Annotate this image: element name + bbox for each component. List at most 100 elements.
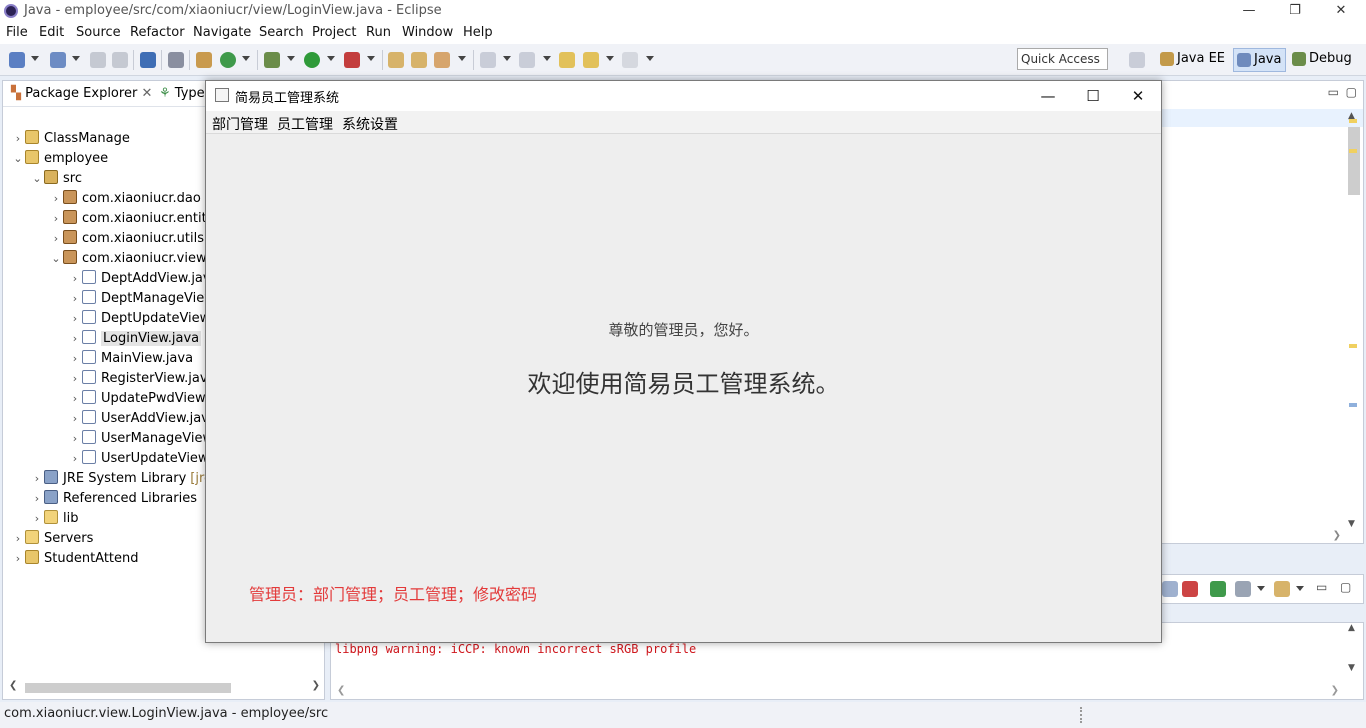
minimize-console-icon[interactable]: ▭ bbox=[1316, 580, 1327, 594]
menu-source[interactable]: Source bbox=[76, 25, 121, 40]
overview-marker[interactable] bbox=[1349, 344, 1357, 348]
new-wizard-icon[interactable] bbox=[50, 52, 66, 68]
expand-icon[interactable]: › bbox=[68, 309, 82, 329]
perspective-java-ee[interactable]: Java EE bbox=[1157, 48, 1229, 72]
tree-item[interactable]: › com.xiaoniucr.entity bbox=[49, 209, 214, 229]
display-console-icon[interactable] bbox=[1235, 581, 1251, 597]
perspective-debug[interactable]: Debug bbox=[1289, 48, 1356, 72]
next-annotation-dropdown-icon[interactable] bbox=[503, 56, 511, 61]
tree-item[interactable]: › DeptUpdateView. bbox=[68, 309, 213, 329]
tab-package-explorer[interactable]: ▚ Package Explorer ✕ bbox=[11, 86, 152, 101]
next-annotation-icon[interactable] bbox=[480, 52, 496, 68]
horizontal-scrollbar[interactable]: ❮ ❯ bbox=[7, 680, 322, 695]
debug-icon[interactable] bbox=[264, 52, 280, 68]
expand-icon[interactable]: › bbox=[68, 289, 82, 309]
menu-file[interactable]: File bbox=[6, 25, 28, 40]
minimize-button[interactable]: — bbox=[1226, 0, 1272, 22]
expand-icon[interactable]: › bbox=[30, 509, 44, 529]
prev-annotation-icon[interactable] bbox=[519, 52, 535, 68]
open-folder-icon[interactable] bbox=[388, 52, 404, 68]
expand-icon[interactable]: › bbox=[49, 189, 63, 209]
dialog-minimize-button[interactable]: — bbox=[1025, 81, 1071, 111]
tree-item[interactable]: › DeptAddView.java bbox=[68, 269, 219, 289]
expand-icon[interactable]: › bbox=[11, 129, 25, 149]
expand-icon[interactable]: › bbox=[30, 489, 44, 509]
tree-item[interactable]: › MainView.java bbox=[68, 349, 193, 369]
menu-system-settings[interactable]: 系统设置 bbox=[342, 114, 398, 134]
tree-item[interactable]: › Servers bbox=[11, 529, 93, 549]
dialog-close-button[interactable]: ✕ bbox=[1115, 81, 1161, 111]
tree-item[interactable]: › RegisterView.java bbox=[68, 369, 216, 389]
new-console-icon[interactable] bbox=[1274, 581, 1290, 597]
last-edit-icon[interactable] bbox=[559, 52, 575, 68]
tree-item[interactable]: › UserAddView.java bbox=[68, 409, 217, 429]
wizard-dropdown-icon[interactable] bbox=[72, 56, 80, 61]
forward-icon[interactable] bbox=[622, 52, 638, 68]
expand-icon[interactable]: › bbox=[68, 369, 82, 389]
expand-icon[interactable]: › bbox=[49, 209, 63, 229]
external-tools-dropdown-icon[interactable] bbox=[367, 56, 375, 61]
expand-icon[interactable]: › bbox=[11, 549, 25, 569]
search-dropdown-icon[interactable] bbox=[458, 56, 466, 61]
menu-refactor[interactable]: Refactor bbox=[130, 25, 185, 40]
editor-vertical-scrollbar[interactable]: ▲ ▼ bbox=[1347, 111, 1361, 529]
expand-icon[interactable]: › bbox=[68, 269, 82, 289]
expand-icon[interactable]: › bbox=[30, 469, 44, 489]
open-task-icon[interactable] bbox=[411, 52, 427, 68]
prev-annotation-dropdown-icon[interactable] bbox=[543, 56, 551, 61]
quick-access-input[interactable]: Quick Access bbox=[1017, 48, 1108, 70]
maximize-view-icon[interactable]: ▢ bbox=[1346, 85, 1357, 99]
back-icon[interactable] bbox=[583, 52, 599, 68]
open-console-icon[interactable] bbox=[1210, 581, 1226, 597]
tree-item[interactable]: ›JRE System Library[jre1 bbox=[30, 469, 220, 489]
overview-marker[interactable] bbox=[1349, 149, 1357, 153]
overview-marker[interactable] bbox=[1349, 403, 1357, 407]
tree-item[interactable]: ⌄ employee bbox=[11, 149, 108, 169]
dialog-maximize-button[interactable]: ☐ bbox=[1070, 81, 1116, 111]
menu-navigate[interactable]: Navigate bbox=[193, 25, 251, 40]
collapse-icon[interactable]: ⌄ bbox=[11, 149, 25, 169]
refresh-dropdown-icon[interactable] bbox=[242, 56, 250, 61]
tree-item[interactable]: › UserUpdateView. bbox=[68, 449, 212, 469]
search-tool-icon[interactable] bbox=[434, 52, 450, 68]
tree-item[interactable]: › lib bbox=[30, 509, 78, 529]
tree-item[interactable]: › DeptManageView bbox=[68, 289, 215, 309]
save-icon[interactable] bbox=[90, 52, 106, 68]
tree-item[interactable]: › LoginView.java bbox=[68, 329, 202, 349]
maximize-console-icon[interactable]: ▢ bbox=[1340, 580, 1351, 594]
tree-item[interactable]: › com.xiaoniucr.dao bbox=[49, 189, 201, 209]
expand-icon[interactable]: › bbox=[68, 449, 82, 469]
refresh-icon[interactable] bbox=[220, 52, 236, 68]
tab-type-hierarchy[interactable]: ⚘ Type bbox=[159, 86, 205, 101]
run-icon[interactable] bbox=[304, 52, 320, 68]
collapse-icon[interactable]: ⌄ bbox=[30, 169, 44, 189]
debug-dropdown-icon[interactable] bbox=[287, 56, 295, 61]
menu-project[interactable]: Project bbox=[312, 25, 356, 40]
menu-help[interactable]: Help bbox=[463, 25, 493, 40]
back-dropdown-icon[interactable] bbox=[606, 56, 614, 61]
tree-item[interactable]: ⌄ com.xiaoniucr.view bbox=[49, 249, 207, 269]
remove-launch-icon[interactable] bbox=[1182, 581, 1198, 597]
expand-icon[interactable]: › bbox=[68, 329, 82, 349]
tree-item[interactable]: › StudentAttend bbox=[11, 549, 139, 569]
menu-window[interactable]: Window bbox=[402, 25, 453, 40]
perspective-java[interactable]: Java bbox=[1233, 48, 1287, 72]
forward-dropdown-icon[interactable] bbox=[646, 56, 654, 61]
tree-item[interactable]: › UserManageView bbox=[68, 429, 213, 449]
menu-edit[interactable]: Edit bbox=[39, 25, 64, 40]
console-pin-icon[interactable] bbox=[1162, 581, 1178, 597]
expand-icon[interactable]: › bbox=[68, 349, 82, 369]
new-icon[interactable] bbox=[9, 52, 25, 68]
overview-marker[interactable] bbox=[1349, 119, 1357, 123]
open-type-icon[interactable] bbox=[196, 52, 212, 68]
skip-breakpoints-icon[interactable] bbox=[168, 52, 184, 68]
console-icon[interactable] bbox=[140, 52, 156, 68]
expand-icon[interactable]: › bbox=[68, 429, 82, 449]
menu-search[interactable]: Search bbox=[259, 25, 304, 40]
tree-item[interactable]: › UpdatePwdView.j bbox=[68, 389, 212, 409]
menu-run[interactable]: Run bbox=[366, 25, 391, 40]
run-dropdown-icon[interactable] bbox=[327, 56, 335, 61]
scrollbar-thumb[interactable] bbox=[25, 683, 231, 693]
external-tools-icon[interactable] bbox=[344, 52, 360, 68]
restore-button[interactable]: ❐ bbox=[1272, 0, 1318, 22]
